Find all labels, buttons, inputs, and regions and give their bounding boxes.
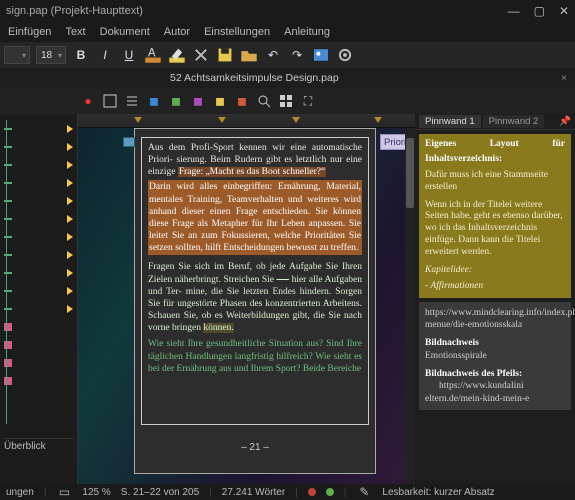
status-dot-red	[308, 488, 316, 496]
italic-button[interactable]: I	[96, 46, 114, 64]
note-green-icon[interactable]: ◼	[168, 93, 184, 109]
readability-label: Lesbarkeit: kurzer Absatz	[382, 487, 494, 498]
word-count: 27.241 Wörter	[222, 487, 285, 498]
page-number: – 21 –	[135, 442, 375, 453]
outline-item[interactable]	[0, 246, 77, 264]
toolbar-format: 18 B I U A ↶ ↷	[0, 42, 575, 68]
pin-icon[interactable]: 📌	[559, 116, 571, 127]
menu-help[interactable]: Anleitung	[284, 26, 330, 38]
editor-area: Aus dem Profi-Sport kennen wir eine auto…	[78, 114, 415, 484]
toolbar-secondary: ● ◼ ◼ ◼ ◼ ◼ ⛶	[0, 88, 575, 114]
titlebar: sign.pap (Projekt-Haupttext) — ▢ ✕	[0, 0, 575, 22]
zoom-level[interactable]: 125 %	[82, 487, 110, 498]
note-purple-icon[interactable]: ◼	[190, 93, 206, 109]
body-text-faded[interactable]: Wie sieht Ihre gesundheitliche Situation…	[148, 338, 362, 374]
ruler-marker[interactable]	[218, 117, 226, 123]
body-text-highlight[interactable]: Frage: „Macht es das Boot schneller?“	[178, 167, 326, 177]
note-orange-icon[interactable]: ◼	[234, 93, 250, 109]
outline-item[interactable]	[0, 192, 77, 210]
menu-insert[interactable]: Einfügen	[8, 26, 51, 38]
frame-icon[interactable]	[102, 93, 118, 109]
outline-item[interactable]	[0, 372, 77, 390]
app-title: sign.pap (Projekt-Haupttext)	[6, 5, 143, 17]
pinboard-note[interactable]: Eigenes Layout für Inhaltsverzeichnis: D…	[419, 134, 571, 298]
bold-button[interactable]: B	[72, 46, 90, 64]
fit-icon[interactable]: ⛶	[300, 93, 316, 109]
redo-button[interactable]: ↷	[288, 46, 306, 64]
vertical-scrollbar[interactable]	[405, 128, 415, 484]
save-button[interactable]	[216, 46, 234, 64]
outline-item[interactable]	[0, 120, 77, 138]
readability-icon[interactable]: ✎	[356, 484, 372, 500]
clear-format-button[interactable]	[192, 46, 210, 64]
menu-author[interactable]: Autor	[164, 26, 190, 38]
search-icon[interactable]	[256, 93, 272, 109]
undo-button[interactable]: ↶	[264, 46, 282, 64]
fontsize-dropdown[interactable]: 18	[36, 46, 66, 64]
statusbar: ungen | ▭ 125 % S. 21–22 von 205 | 27.24…	[0, 484, 575, 500]
note-blue-icon[interactable]: ◼	[146, 93, 162, 109]
document-tab[interactable]: 52 Achtsamkeitsimpulse Design.pap	[170, 72, 339, 84]
pinboard-note[interactable]: https://www.mindclearing.info/index.php/…	[419, 302, 571, 410]
document-tab-close[interactable]: ×	[561, 72, 567, 84]
outline-item[interactable]	[0, 300, 77, 318]
pinboard-tab-1[interactable]: Pinnwand 1	[419, 115, 481, 128]
grid-icon[interactable]	[278, 93, 294, 109]
folder-button[interactable]	[240, 46, 258, 64]
outline-item[interactable]	[0, 210, 77, 228]
status-dot-green	[326, 488, 334, 496]
status-text: ungen	[6, 487, 34, 498]
menu-document[interactable]: Dokument	[100, 26, 150, 38]
menubar: Einfügen Text Dokument Autor Einstellung…	[0, 22, 575, 42]
record-icon[interactable]: ●	[80, 93, 96, 109]
document-tab-row: 52 Achtsamkeitsimpulse Design.pap ×	[0, 68, 575, 88]
textframe-link-icon[interactable]	[123, 137, 135, 147]
text-frame[interactable]: Aus dem Profi-Sport kennen wir eine auto…	[141, 137, 369, 425]
underline-button[interactable]: U	[120, 46, 138, 64]
page-view-icon[interactable]: ▭	[56, 484, 72, 500]
menu-text[interactable]: Text	[65, 26, 85, 38]
outline-item[interactable]	[0, 282, 77, 300]
menu-settings[interactable]: Einstellungen	[204, 26, 270, 38]
image-button[interactable]	[312, 46, 330, 64]
outline-item[interactable]	[0, 228, 77, 246]
maximize-button[interactable]: ▢	[534, 4, 545, 18]
highlight-button[interactable]	[168, 46, 186, 64]
overview-label[interactable]: Überblick	[4, 438, 74, 452]
page[interactable]: Aus dem Profi-Sport kennen wir eine auto…	[134, 128, 376, 474]
svg-text:A: A	[148, 47, 156, 59]
pinboard-panel: Pinnwand 1 Pinnwand 2 📌 Eigenes Layout f…	[415, 114, 575, 484]
close-button[interactable]: ✕	[559, 4, 569, 18]
color-button[interactable]: A	[144, 46, 162, 64]
ruler[interactable]	[78, 114, 415, 128]
outline-item[interactable]	[0, 336, 77, 354]
ruler-marker[interactable]	[374, 117, 382, 123]
style-dropdown[interactable]	[4, 46, 30, 64]
list-icon[interactable]	[124, 93, 140, 109]
outline-panel: Überblick	[0, 114, 78, 484]
outline-item[interactable]	[0, 318, 77, 336]
outline-item[interactable]	[0, 264, 77, 282]
main-area: Überblick Aus dem Profi-Sport kennen wir…	[0, 114, 575, 484]
ruler-marker[interactable]	[292, 117, 300, 123]
gear-button[interactable]	[336, 46, 354, 64]
note-yellow-icon[interactable]: ◼	[212, 93, 228, 109]
ruler-marker[interactable]	[134, 117, 142, 123]
body-text[interactable]: können.	[203, 323, 233, 333]
page-surface: Aus dem Profi-Sport kennen wir eine auto…	[78, 128, 415, 484]
outline-item[interactable]	[0, 174, 77, 192]
body-text-boxed[interactable]: Darin wird alles einbegriffen: Ernährung…	[148, 180, 362, 255]
outline-item[interactable]	[0, 354, 77, 372]
pinboard-tab-2[interactable]: Pinnwand 2	[483, 115, 545, 128]
page-position: S. 21–22 von 205	[121, 487, 199, 498]
minimize-button[interactable]: —	[508, 4, 520, 18]
outline-item[interactable]	[0, 138, 77, 156]
outline-item[interactable]	[0, 156, 77, 174]
